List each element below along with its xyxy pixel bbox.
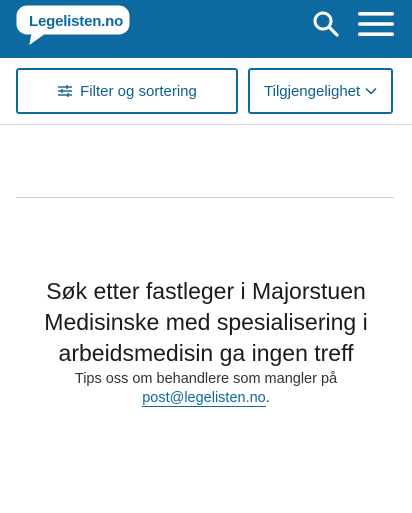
filter-and-sort-label: Filter og sortering [80, 82, 197, 100]
filter-and-sort-button[interactable]: Filter og sortering [16, 68, 238, 114]
logo[interactable]: Legelisten.no [16, 5, 130, 45]
filter-bar: Filter og sortering Tilgjengelighet [0, 58, 412, 125]
menu-button[interactable] [358, 10, 394, 38]
top-navigation-bar: Legelisten.no [0, 0, 412, 58]
sliders-icon [58, 85, 73, 97]
availability-label: Tilgjengelighet [264, 82, 361, 100]
chevron-down-icon [365, 87, 377, 95]
divider [16, 197, 394, 198]
hamburger-menu-icon [358, 12, 394, 36]
tips-suffix: . [265, 390, 270, 406]
empty-result-message: Søk etter fastleger i Majorstuen Medisin… [44, 278, 368, 366]
availability-dropdown[interactable]: Tilgjengelighet [248, 68, 393, 114]
logo-text: Legelisten.no [29, 13, 124, 30]
search-button[interactable] [312, 10, 340, 38]
tips-prefix: Tips oss om behandlere som mangler på [74, 371, 338, 387]
search-icon [313, 11, 339, 37]
tips-text: Tips oss om behandlere som mangler på po… [16, 370, 396, 408]
tips-email-link[interactable]: post@legelisten.no [142, 390, 266, 407]
